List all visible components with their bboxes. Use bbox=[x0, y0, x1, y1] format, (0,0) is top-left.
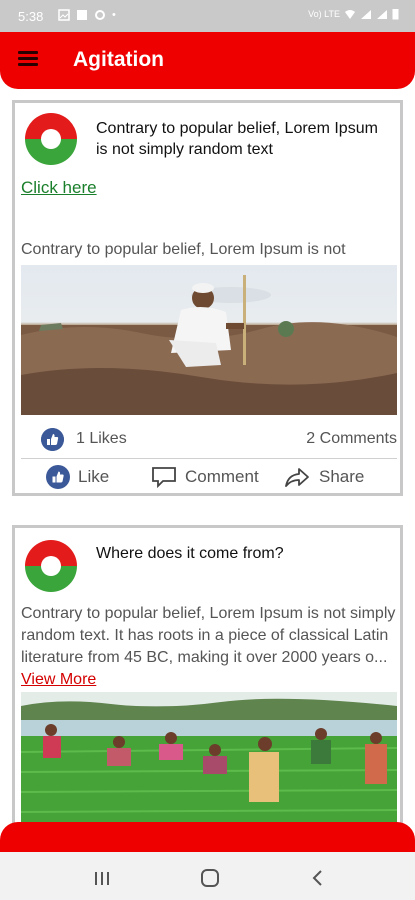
view-more-link[interactable]: View More bbox=[21, 671, 96, 688]
comment-bubble-icon bbox=[152, 467, 176, 489]
share-label: Share bbox=[319, 467, 365, 486]
post-card: Contrary to popular belief, Lorem Ipsum … bbox=[12, 100, 403, 496]
like-button[interactable]: Like bbox=[46, 461, 109, 493]
like-label: Like bbox=[78, 467, 110, 486]
wifi-icon bbox=[345, 9, 355, 19]
post-image-field-workers[interactable] bbox=[21, 692, 397, 832]
comment-label: Comment bbox=[185, 467, 259, 486]
signal-icon bbox=[361, 9, 371, 19]
hamburger-menu-icon[interactable] bbox=[18, 51, 38, 67]
system-nav-bar bbox=[0, 852, 415, 900]
home-icon[interactable] bbox=[198, 866, 222, 890]
status-system-icons: Vo) LTE bbox=[308, 8, 399, 20]
likes-count: 1 Likes bbox=[76, 430, 127, 447]
app-badge-icon bbox=[77, 10, 87, 20]
share-button[interactable]: Share bbox=[283, 461, 364, 493]
post-stats: 1 Likes 2 Comments bbox=[21, 425, 397, 453]
page-title: Agitation bbox=[73, 48, 164, 71]
field-workers-illustration bbox=[21, 692, 397, 832]
status-notification-icons: • bbox=[58, 9, 116, 21]
network-label: Vo) LTE bbox=[308, 9, 340, 19]
comment-button[interactable]: Comment bbox=[151, 461, 259, 493]
post-card: Where does it come from? Contrary to pop… bbox=[12, 525, 403, 845]
post-body: Contrary to popular belief, Lorem Ipsum … bbox=[21, 603, 397, 691]
post-actions: Like Comment Share bbox=[21, 461, 397, 493]
thumbs-up-icon bbox=[41, 428, 64, 451]
click-here-link[interactable]: Click here bbox=[21, 178, 97, 198]
post-body: Contrary to popular belief, Lorem Ipsum … bbox=[21, 241, 346, 258]
org-logo-icon bbox=[25, 113, 77, 165]
status-time: 5:38 bbox=[18, 9, 44, 24]
farmer-illustration bbox=[21, 275, 397, 415]
post-title: Contrary to popular belief, Lorem Ipsum … bbox=[96, 120, 378, 158]
dot-icon: • bbox=[112, 9, 116, 21]
gallery-icon bbox=[58, 9, 70, 21]
back-icon[interactable] bbox=[306, 866, 330, 890]
battery-icon bbox=[392, 9, 399, 20]
post-title: Where does it come from? bbox=[96, 545, 284, 562]
status-bar: 5:38 • Vo) LTE bbox=[0, 0, 415, 32]
org-logo-icon bbox=[25, 540, 77, 592]
app-bar: Agitation bbox=[0, 32, 415, 89]
share-arrow-icon bbox=[285, 468, 309, 487]
post-body-text: Contrary to popular belief, Lorem Ipsum … bbox=[21, 605, 396, 666]
comments-count[interactable]: 2 Comments bbox=[306, 430, 397, 448]
like-thumb-icon bbox=[46, 465, 70, 489]
recent-apps-icon[interactable] bbox=[90, 866, 114, 890]
signal-2-icon bbox=[377, 9, 387, 19]
divider bbox=[21, 458, 397, 459]
settings-gear-icon bbox=[95, 10, 105, 20]
post-image-farmer[interactable] bbox=[21, 265, 397, 415]
